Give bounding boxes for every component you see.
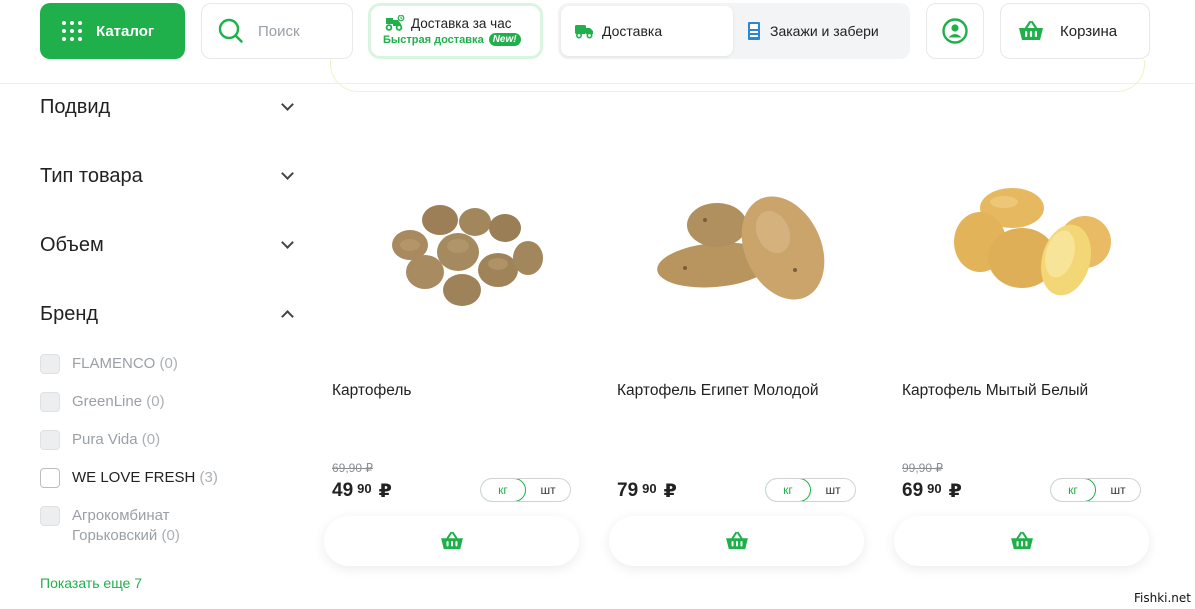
potatoes-egypt-image (656, 196, 824, 300)
checkbox[interactable] (40, 354, 60, 374)
brand-count: (3) (199, 469, 218, 486)
unit-pcs[interactable]: шт (526, 479, 570, 501)
product-card[interactable]: Картофель Египет Молодой 79 90 ₽ кг шт (609, 150, 879, 580)
filter-subtype[interactable]: Подвид (40, 96, 298, 119)
pickup-locker-icon (748, 22, 760, 40)
brand-name: FLAMENCO (72, 355, 156, 372)
unit-pcs[interactable]: шт (811, 479, 855, 501)
brand-name: Pura Vida (72, 431, 138, 448)
brand-checkbox-pura-vida[interactable]: Pura Vida (0) (40, 430, 160, 450)
filter-product-type[interactable]: Тип товара (40, 165, 298, 188)
user-icon (942, 18, 968, 44)
search-input[interactable] (258, 22, 338, 40)
basket-icon (725, 531, 748, 550)
unit-toggle: кг шт (765, 478, 856, 502)
catalog-button[interactable]: Каталог (40, 3, 185, 59)
cart-label: Корзина (1060, 22, 1118, 40)
brand-checkbox-flamenco[interactable]: FLAMENCO (0) (40, 354, 178, 374)
add-to-cart-button[interactable] (324, 516, 579, 566)
unit-toggle: кг шт (480, 478, 571, 502)
checkbox[interactable] (40, 392, 60, 412)
profile-button[interactable] (926, 3, 984, 59)
current-price: 69 90 ₽ (902, 480, 962, 503)
brand-count: (0) (146, 393, 165, 410)
chevron-down-icon (281, 98, 294, 111)
promo-banner-edge (330, 60, 1145, 92)
unit-kg[interactable]: кг (766, 479, 811, 501)
brand-checkbox-agrokombinat[interactable]: Агрокомбинат Горьковский (0) (40, 506, 222, 546)
checkbox[interactable] (40, 468, 60, 488)
fast-delivery-subtitle: Быстрая доставка (383, 33, 484, 46)
currency-symbol: ₽ (663, 481, 677, 502)
product-card[interactable]: Картофель 69,90 ₽ 49 90 ₽ кг шт (324, 150, 594, 580)
catalog-label: Каталог (96, 22, 155, 40)
delivery-mode-switch: Доставка Закажи и забери (558, 3, 910, 59)
fast-delivery-title: Доставка за час (411, 15, 512, 31)
new-badge: New! (488, 33, 521, 46)
brand-name: GreenLine (72, 393, 143, 410)
current-price: 49 90 ₽ (332, 480, 392, 503)
product-name[interactable]: Картофель (332, 382, 411, 400)
brand-checkbox-greenline[interactable]: GreenLine (0) (40, 392, 165, 412)
checkbox[interactable] (40, 430, 60, 450)
currency-symbol: ₽ (378, 481, 392, 502)
grid-dots-icon (62, 21, 82, 41)
product-image[interactable] (902, 150, 1157, 340)
delivery-scooter-icon (385, 15, 405, 31)
potatoes-pile-image (391, 205, 543, 306)
price-kopecks: 90 (642, 481, 657, 496)
price-rubles: 49 (332, 480, 354, 501)
old-price: 69,90 ₽ (332, 461, 373, 475)
truck-icon (575, 25, 593, 39)
watermark: Fishki.net (1133, 591, 1191, 605)
filter-brand[interactable]: Бренд (40, 303, 298, 326)
price-rubles: 69 (902, 480, 924, 501)
search-icon (218, 18, 243, 43)
brand-name: Агрокомбинат Горьковский (72, 507, 170, 544)
unit-toggle: кг шт (1050, 478, 1141, 502)
brand-count: (0) (161, 527, 180, 544)
fast-delivery-button[interactable]: Доставка за час Быстрая доставка New! (368, 3, 543, 59)
unit-kg[interactable]: кг (481, 479, 526, 501)
add-to-cart-button[interactable] (894, 516, 1149, 566)
old-price: 99,90 ₽ (902, 461, 943, 475)
current-price: 79 90 ₽ (617, 480, 677, 503)
product-name[interactable]: Картофель Египет Молодой (617, 382, 819, 400)
product-image[interactable] (617, 150, 872, 340)
filter-title: Тип товара (40, 165, 143, 187)
chevron-up-icon (281, 310, 294, 323)
show-more-link[interactable]: Показать еще 7 (40, 575, 142, 591)
product-name[interactable]: Картофель Мытый Белый (902, 382, 1088, 400)
filter-title: Объем (40, 234, 104, 256)
filter-title: Подвид (40, 96, 111, 118)
brand-count: (0) (159, 355, 178, 372)
price-rubles: 79 (617, 480, 639, 501)
filter-volume[interactable]: Объем (40, 234, 298, 257)
price-kopecks: 90 (927, 481, 942, 496)
brand-name: WE LOVE FRESH (72, 469, 196, 486)
delivery-option[interactable]: Доставка (561, 6, 733, 56)
cart-button[interactable]: Корзина (1000, 3, 1150, 59)
unit-pcs[interactable]: шт (1096, 479, 1140, 501)
potatoes-yellow-image (953, 188, 1111, 296)
pickup-option[interactable]: Закажи и забери (746, 6, 879, 56)
product-card[interactable]: Картофель Мытый Белый 99,90 ₽ 69 90 ₽ кг… (894, 150, 1164, 580)
basket-icon (1010, 531, 1033, 550)
basket-icon (440, 531, 463, 550)
chevron-down-icon (281, 167, 294, 180)
delivery-option-label: Доставка (602, 23, 663, 39)
pickup-option-label: Закажи и забери (770, 23, 879, 39)
search-box[interactable] (201, 3, 353, 59)
brand-count: (0) (141, 431, 161, 448)
currency-symbol: ₽ (948, 481, 962, 502)
product-image[interactable] (332, 150, 587, 340)
price-kopecks: 90 (357, 481, 372, 496)
chevron-down-icon (281, 236, 294, 249)
basket-icon (1019, 20, 1043, 40)
brand-checkbox-we-love-fresh[interactable]: WE LOVE FRESH (3) (40, 468, 218, 488)
unit-kg[interactable]: кг (1051, 479, 1096, 501)
filter-title: Бренд (40, 303, 99, 325)
add-to-cart-button[interactable] (609, 516, 864, 566)
checkbox[interactable] (40, 506, 60, 526)
